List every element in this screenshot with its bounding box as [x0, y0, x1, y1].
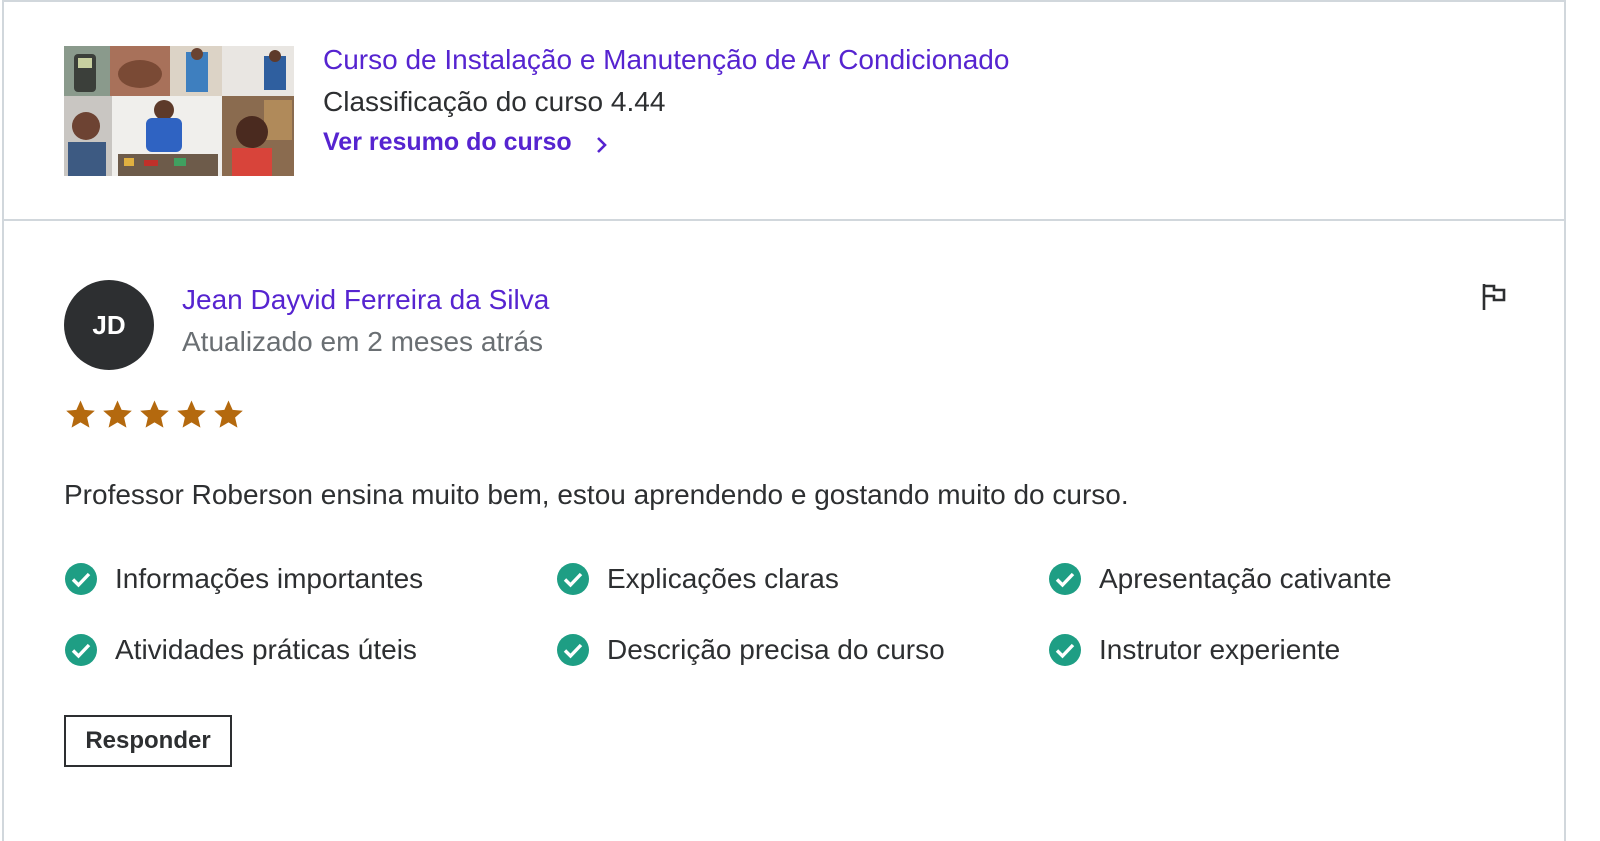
- feature-label: Explicações claras: [607, 563, 839, 594]
- chevron-right-icon: [594, 133, 610, 153]
- feature-item: Apresentação cativante: [1048, 562, 1392, 596]
- check-circle-icon: [65, 563, 97, 595]
- reviewer-name: Jean Dayvid Ferreira da Silva: [182, 284, 550, 315]
- feature-label: Instrutor experiente: [1099, 634, 1341, 665]
- avatar: JD: [64, 280, 154, 370]
- feature-label: Apresentação cativante: [1099, 563, 1392, 594]
- star-icon: [140, 400, 169, 428]
- check-circle-icon: [1049, 634, 1081, 666]
- check-circle-icon: [1049, 563, 1081, 595]
- view-course-summary-link[interactable]: Ver resumo do curso: [323, 128, 610, 157]
- review-updated-date: Atualizado em 2 meses atrás: [182, 326, 544, 357]
- check-circle-icon: [557, 563, 589, 595]
- star-icon: [177, 400, 206, 428]
- feature-label: Atividades práticas úteis: [115, 634, 417, 665]
- feature-item: Instrutor experiente: [1048, 633, 1340, 667]
- check-circle-icon: [557, 634, 589, 666]
- review-card: Curso de Instalação e Manutenção de Ar C…: [2, 0, 1566, 841]
- course-thumbnail[interactable]: [64, 46, 294, 176]
- star-rating: [64, 398, 245, 431]
- summary-link-label: Ver resumo do curso: [323, 128, 572, 156]
- reply-button[interactable]: Responder: [64, 715, 232, 767]
- feature-item: Atividades práticas úteis: [64, 633, 417, 667]
- course-header: Curso de Instalação e Manutenção de Ar C…: [4, 2, 1564, 221]
- review-text: Professor Roberson ensina muito bem, est…: [64, 479, 1129, 510]
- check-circle-icon: [65, 634, 97, 666]
- feature-item: Explicações claras: [556, 562, 839, 596]
- course-rating: Classificação do curso 4.44: [323, 86, 666, 117]
- course-title-link[interactable]: Curso de Instalação e Manutenção de Ar C…: [323, 44, 1009, 76]
- feature-label: Informações importantes: [115, 563, 424, 594]
- star-icon: [214, 400, 243, 428]
- flag-icon[interactable]: [1480, 282, 1508, 312]
- star-icon: [103, 400, 132, 428]
- feature-item: Informações importantes: [64, 562, 423, 596]
- feature-item: Descrição precisa do curso: [556, 633, 945, 667]
- star-icon: [66, 400, 95, 428]
- feature-label: Descrição precisa do curso: [607, 634, 945, 665]
